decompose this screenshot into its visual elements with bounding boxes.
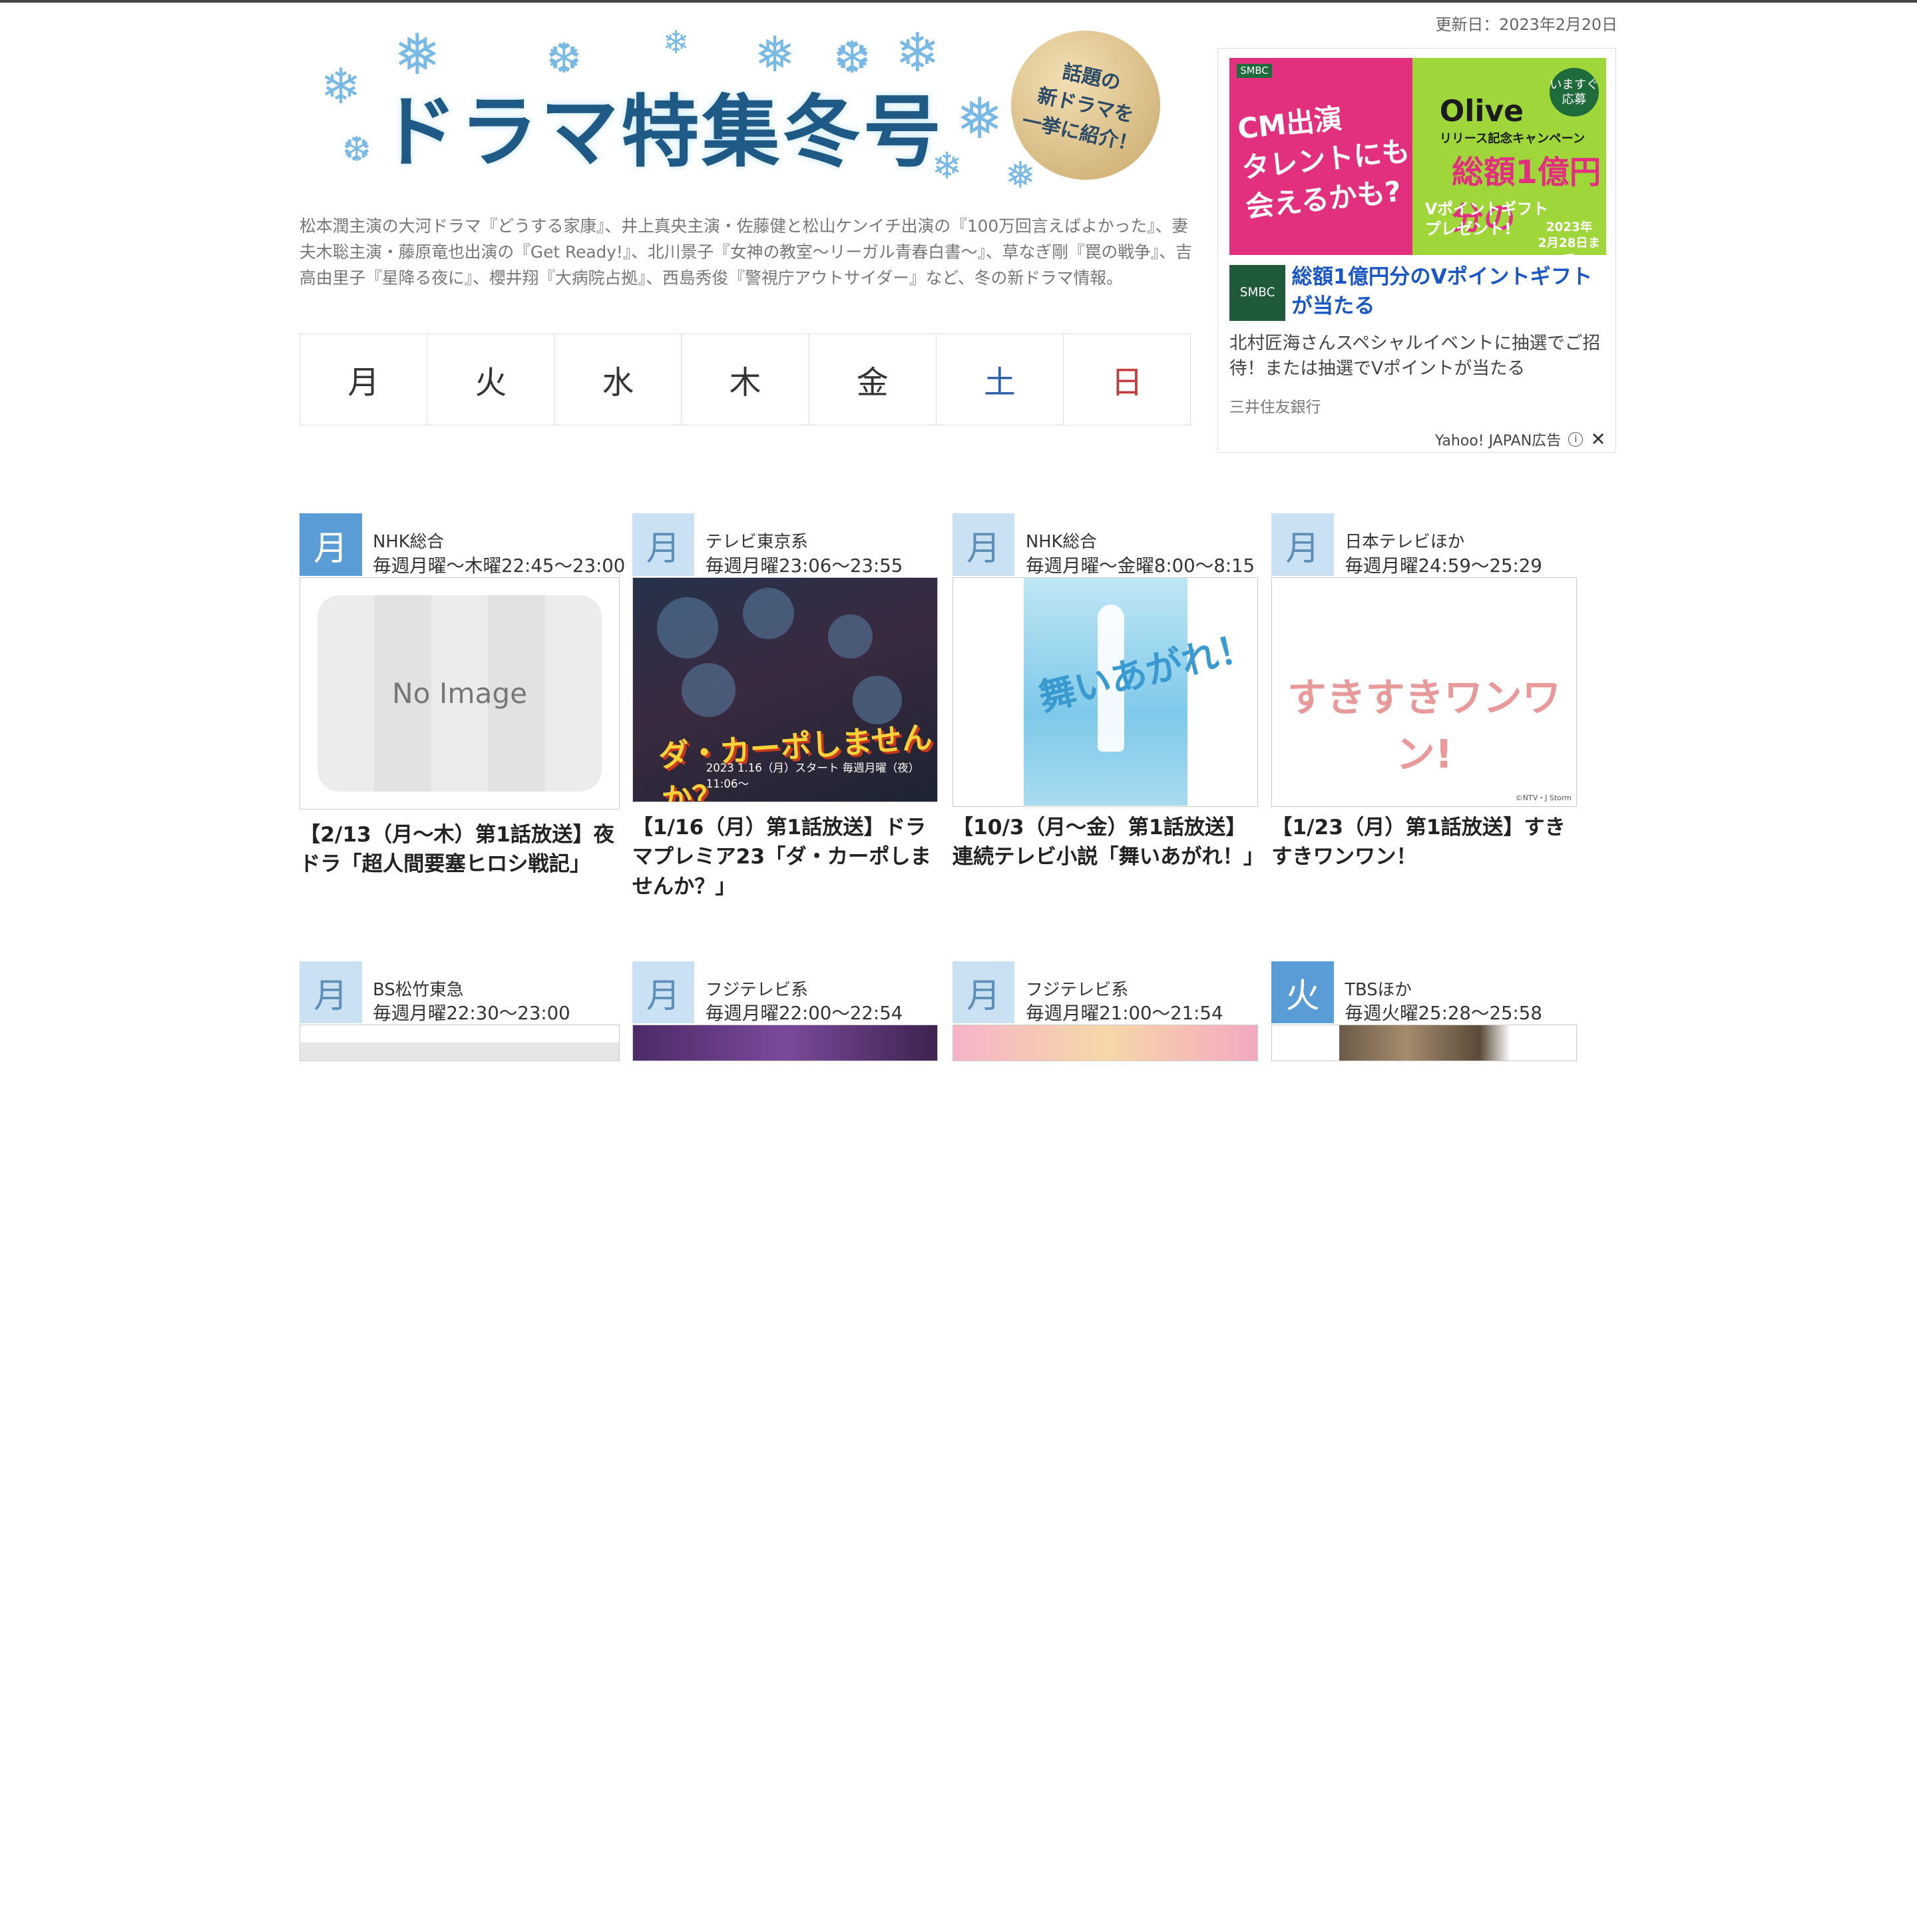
- poster-bubble: [828, 614, 873, 659]
- thumbnail[interactable]: 舞いあがれ！: [952, 577, 1258, 808]
- snowflake-icon: ❅: [1004, 154, 1036, 197]
- ad-campaign: リリース記念キャンペーン: [1439, 131, 1586, 146]
- thumbnail-image: [1272, 1025, 1577, 1061]
- thumbnail[interactable]: [952, 1025, 1258, 1062]
- tab-tuesday[interactable]: 火: [427, 334, 555, 425]
- poster-title: すきすきワンワン!: [1287, 674, 1562, 778]
- sidebar-ad[interactable]: SMBC CM出演 タレントにも 会えるかも? Olive リリース記念キャンペ…: [1217, 47, 1617, 453]
- feature-banner: ❄ ❅ ❆ ❄ ❅ ❆ ❄ ❅ ❆ ❄ ❅ ドラマ特集冬号 話題の 新ドラマを …: [320, 17, 1176, 199]
- card-title[interactable]: 【10/3（月〜金）第1話放送】連続テレビ小説「舞いあがれ！」: [953, 813, 1264, 871]
- schedule: 毎週火曜25:28〜25:58: [1345, 1002, 1542, 1024]
- snowflake-icon: ❄: [320, 59, 361, 116]
- schedule: 毎週月曜23:06〜23:55: [705, 555, 903, 577]
- ad-image-left: SMBC CM出演 タレントにも 会えるかも?: [1229, 58, 1413, 256]
- schedule: 毎週月曜〜金曜8:00〜8:15: [1025, 555, 1255, 577]
- poster-bubble: [657, 597, 719, 659]
- day-icon: 月: [632, 961, 695, 1024]
- no-image-placeholder: No Image: [317, 595, 602, 792]
- card-title[interactable]: 【1/16（月）第1話放送】ドラマプレミア23「ダ・カーポしませんか？」: [632, 813, 938, 901]
- card-title[interactable]: 【1/23（月）第1話放送】すきすきワンワン！: [1271, 813, 1577, 871]
- tab-wednesday[interactable]: 水: [554, 334, 682, 425]
- ad-apply-bubble: いますぐ 応募: [1550, 68, 1599, 117]
- poster-bubble: [742, 587, 794, 639]
- day-icon: 月: [299, 961, 362, 1024]
- thumbnail[interactable]: [632, 1025, 938, 1062]
- ad-description[interactable]: 北村匠海さんスペシャルイベントに抽選でご招待！または抽選でVポイントが当たる: [1229, 331, 1608, 382]
- station: NHK総合: [1025, 532, 1097, 553]
- station: フジテレビ系: [705, 979, 808, 1000]
- schedule: 毎週月曜24:59〜25:29: [1345, 555, 1542, 577]
- station: フジテレビ系: [1025, 979, 1129, 1000]
- intro-text: 松本潤主演の大河ドラマ『どうする家康』、井上真央主演・佐藤健と松山ケンイチ出演の…: [299, 216, 1192, 288]
- schedule: 毎週月曜〜木曜22:45〜23:00: [373, 555, 626, 577]
- tab-friday[interactable]: 金: [809, 334, 937, 425]
- ad-sponsor: 三井住友銀行: [1229, 399, 1321, 417]
- ad-headline[interactable]: 総額1億円分のVポイントギフトが当たる: [1292, 262, 1605, 321]
- tab-monday[interactable]: 月: [300, 334, 428, 425]
- snowflake-icon: ❆: [342, 129, 371, 170]
- thumbnail[interactable]: [299, 1025, 620, 1062]
- station: TBSほか: [1345, 979, 1412, 1000]
- day-icon: 月: [632, 513, 695, 577]
- schedule: 毎週月曜22:00〜22:54: [705, 1002, 903, 1024]
- ad-image[interactable]: SMBC CM出演 タレントにも 会えるかも? Olive リリース記念キャンペ…: [1229, 58, 1606, 256]
- snowflake-icon: ❅: [956, 85, 1004, 151]
- day-icon: 火: [1271, 961, 1334, 1024]
- ad-deadline: 2023年 2月28日まで: [1538, 220, 1601, 255]
- schedule: 毎週月曜22:30〜23:00: [373, 1002, 570, 1024]
- updated-date: 更新日：2023年2月20日: [1435, 15, 1617, 34]
- tab-thursday[interactable]: 木: [682, 334, 809, 425]
- day-icon: 月: [1271, 513, 1334, 577]
- thumbnail[interactable]: No Image: [299, 577, 620, 810]
- ad-smbc-tag: SMBC: [1236, 64, 1272, 79]
- thumbnail[interactable]: すきすきワンワン! ©NTV・J Storm: [1271, 577, 1578, 808]
- banner-title: ドラマ特集冬号: [379, 86, 944, 178]
- page: 更新日：2023年2月20日 ❄ ❅ ❆ ❄ ❅ ❆ ❄ ❅ ❆ ❄ ❅ ドラマ…: [0, 0, 1917, 1062]
- ad-olive-logo: Olive: [1439, 95, 1524, 129]
- ad-gift: Vポイントギフト プレゼント!: [1424, 200, 1549, 238]
- day-icon: 月: [952, 513, 1015, 577]
- station: テレビ東京系: [705, 532, 808, 553]
- ad-label: Yahoo! JAPAN広告: [1434, 432, 1562, 449]
- ad-advertiser-logo[interactable]: SMBC: [1229, 264, 1286, 322]
- schedule: 毎週月曜21:00〜21:54: [1025, 1002, 1223, 1024]
- day-icon: 月: [299, 513, 362, 577]
- poster-bubble: [682, 663, 736, 718]
- thumbnail-image: [953, 1025, 1257, 1061]
- thumbnail-image: [632, 1025, 937, 1061]
- tab-sunday[interactable]: 日: [1064, 334, 1190, 425]
- snowflake-icon: ❄: [662, 24, 690, 61]
- thumbnail-image: [300, 1025, 620, 1061]
- weekday-tabs: 月 火 水 木 金 土 日: [299, 334, 1191, 426]
- ad-pink-text: CM出演 タレントにも 会えるかも?: [1236, 101, 1412, 223]
- station: BS松竹東急: [373, 979, 464, 1000]
- thumbnail[interactable]: [1271, 1025, 1578, 1062]
- ad-footer: Yahoo! JAPAN広告 i ✕: [1435, 429, 1606, 450]
- card-title[interactable]: 【2/13（月〜木）第1話放送】夜ドラ「超人間要塞ヒロシ戦記」: [300, 820, 620, 879]
- poster-subtitle: 2023 1.16（月）スタート 毎週月曜（夜）11:06〜: [706, 761, 920, 790]
- close-icon[interactable]: ✕: [1590, 430, 1605, 449]
- day-icon: 月: [952, 961, 1015, 1024]
- top-border: [0, 0, 1917, 3]
- station: 日本テレビほか: [1345, 532, 1465, 553]
- thumbnail[interactable]: ダ・カーポしませんか？ 2023 1.16（月）スタート 毎週月曜（夜）11:0…: [632, 577, 938, 802]
- tab-saturday[interactable]: 土: [937, 334, 1064, 425]
- station: NHK総合: [373, 532, 444, 553]
- poster-credit: ©NTV・J Storm: [1515, 793, 1572, 802]
- info-icon[interactable]: i: [1568, 431, 1584, 447]
